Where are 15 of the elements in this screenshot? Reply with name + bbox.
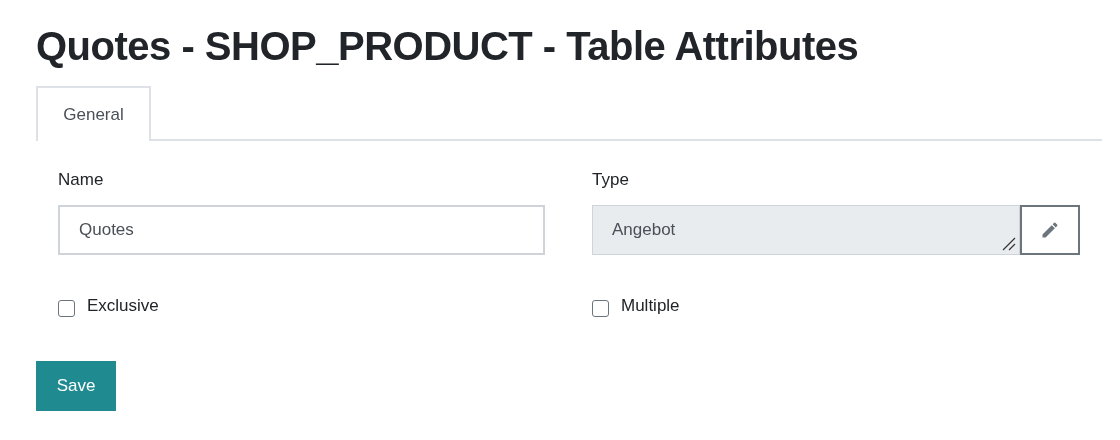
tab[interactable]: General bbox=[36, 86, 151, 141]
name-field[interactable]: Quotes bbox=[58, 205, 545, 255]
checkbox[interactable] bbox=[592, 300, 609, 318]
save-button[interactable]: Save bbox=[36, 360, 116, 411]
page-title: Quotes - SHOP_PRODUCT - Table Attributes bbox=[36, 23, 860, 70]
checkbox[interactable] bbox=[58, 300, 75, 318]
pencil-icon bbox=[1040, 220, 1060, 240]
checkbox-label: Exclusive bbox=[87, 295, 159, 317]
checkbox-label: Multiple bbox=[621, 295, 680, 317]
edit-button[interactable] bbox=[1020, 205, 1080, 255]
resize-handle-icon bbox=[1002, 237, 1016, 251]
field-value: Angebot bbox=[612, 219, 676, 242]
field-label: Name bbox=[58, 169, 105, 191]
field-label: Type bbox=[592, 169, 630, 191]
type-field[interactable]: Angebot bbox=[592, 205, 1020, 255]
